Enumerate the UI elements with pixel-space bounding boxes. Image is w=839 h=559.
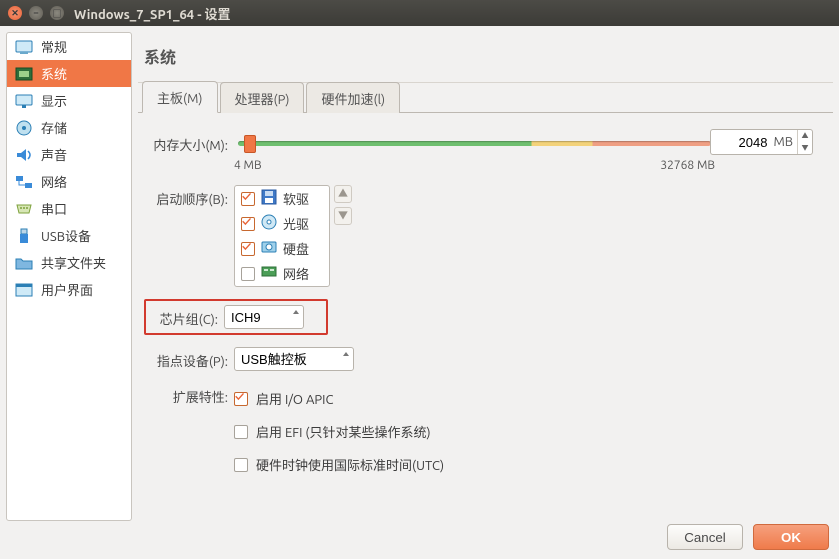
boot-item-label: 光驱 (283, 214, 309, 233)
memory-min-label: 4 MB (234, 159, 262, 172)
sidebar-item-label: 声音 (41, 145, 67, 164)
display-icon (15, 93, 33, 109)
window-title: Windows_7_SP1_64 - 设置 (74, 4, 231, 23)
boot-item-harddisk[interactable]: 硬盘 (235, 236, 329, 261)
boot-optical-checkbox[interactable] (241, 217, 255, 231)
tab-processor[interactable]: 处理器(P) (220, 82, 305, 113)
boot-network-checkbox[interactable] (241, 267, 255, 281)
sidebar-item-label: 串口 (41, 199, 67, 218)
boot-item-label: 硬盘 (283, 239, 309, 258)
tabs: 主板(M) 处理器(P) 硬件加速(l) (138, 83, 833, 113)
sidebar-item-label: 共享文件夹 (41, 253, 106, 272)
interface-icon (15, 282, 33, 298)
network-boot-icon (261, 264, 277, 283)
cancel-button[interactable]: Cancel (667, 524, 743, 550)
settings-main: 系统 主板(M) 处理器(P) 硬件加速(l) 内存大小(M): 4 MB 32… (138, 32, 833, 521)
efi-checkbox[interactable] (234, 425, 248, 439)
chipset-select[interactable]: ICH9 (224, 305, 304, 329)
boot-move-down-button[interactable]: ▼ (334, 207, 352, 225)
sidebar-item-system[interactable]: 系统 (7, 60, 131, 87)
sidebar-item-interface[interactable]: 用户界面 (7, 276, 131, 303)
window-maximize-icon[interactable]: □ (50, 6, 64, 20)
utc-label: 硬件时钟使用国际标准时间(UTC) (256, 455, 444, 474)
boot-floppy-checkbox[interactable] (241, 192, 255, 206)
memory-spinbox[interactable]: MB ▲ ▼ (710, 129, 813, 155)
pointing-label: 指点设备(P): (148, 347, 234, 370)
audio-icon (15, 147, 33, 163)
memory-unit: MB (771, 135, 797, 149)
ok-button[interactable]: OK (753, 524, 829, 550)
page-title: 系统 (138, 32, 833, 82)
ioapic-label: 启用 I/O APIC (256, 389, 333, 408)
memory-slider-thumb[interactable] (244, 135, 256, 153)
utc-checkbox[interactable] (234, 458, 248, 472)
titlebar: ✕ – □ Windows_7_SP1_64 - 设置 (0, 0, 839, 26)
sidebar-item-shared-folders[interactable]: 共享文件夹 (7, 249, 131, 276)
chipset-label: 芯片组(C): (152, 307, 224, 328)
pointing-select[interactable]: USB触控板 (234, 347, 354, 371)
boot-order-list[interactable]: 软驱 光驱 硬盘 (234, 185, 330, 287)
sidebar-item-label: 系统 (41, 64, 67, 83)
sidebar-item-label: 常规 (41, 37, 67, 56)
boot-item-label: 网络 (283, 264, 309, 283)
boot-order-label: 启动顺序(B): (148, 185, 234, 208)
sidebar-item-network[interactable]: 网络 (7, 168, 131, 195)
memory-label: 内存大小(M): (148, 131, 234, 154)
sidebar-item-label: 用户界面 (41, 280, 93, 299)
sidebar-item-storage[interactable]: 存储 (7, 114, 131, 141)
boot-harddisk-checkbox[interactable] (241, 242, 255, 256)
tab-body-motherboard: 内存大小(M): 4 MB 32768 MB MB (138, 113, 833, 502)
boot-item-network[interactable]: 网络 (235, 261, 329, 286)
network-icon (15, 174, 33, 190)
chipset-highlight: 芯片组(C): ICH9 (144, 299, 328, 335)
window-close-icon[interactable]: ✕ (8, 6, 22, 20)
sidebar-item-label: 存储 (41, 118, 67, 137)
memory-input[interactable] (711, 133, 771, 152)
storage-icon (15, 120, 33, 136)
boot-item-floppy[interactable]: 软驱 (235, 186, 329, 211)
usb-icon (15, 228, 33, 244)
tab-acceleration[interactable]: 硬件加速(l) (306, 82, 400, 113)
serial-icon (15, 201, 33, 217)
sidebar-item-label: 显示 (41, 91, 67, 110)
dialog-footer: Cancel OK (0, 521, 839, 553)
extended-label: 扩展特性: (148, 383, 234, 406)
sidebar-item-label: 网络 (41, 172, 67, 191)
general-icon (15, 39, 33, 55)
sidebar-item-audio[interactable]: 声音 (7, 141, 131, 168)
sidebar-item-usb[interactable]: USB设备 (7, 222, 131, 249)
memory-step-up-icon[interactable]: ▲ (798, 130, 812, 142)
sidebar-item-serial[interactable]: 串口 (7, 195, 131, 222)
floppy-icon (261, 189, 277, 208)
memory-step-down-icon[interactable]: ▼ (798, 142, 812, 154)
harddisk-icon (261, 239, 277, 258)
sidebar-item-label: USB设备 (41, 226, 91, 245)
efi-label: 启用 EFI (只针对某些操作系统) (256, 422, 431, 441)
tab-motherboard[interactable]: 主板(M) (142, 81, 218, 113)
window-minimize-icon[interactable]: – (29, 6, 43, 20)
memory-slider[interactable]: 4 MB 32768 MB (234, 135, 715, 173)
ioapic-checkbox[interactable] (234, 392, 248, 406)
boot-move-up-button[interactable]: ▲ (334, 185, 352, 203)
sidebar-item-display[interactable]: 显示 (7, 87, 131, 114)
optical-icon (261, 214, 277, 233)
system-icon (15, 66, 33, 82)
settings-sidebar: 常规 系统 显示 存储 声音 网络 串口 USB设备 (6, 32, 132, 521)
shared-folder-icon (15, 255, 33, 271)
sidebar-item-general[interactable]: 常规 (7, 33, 131, 60)
memory-max-label: 32768 MB (660, 159, 715, 172)
boot-item-optical[interactable]: 光驱 (235, 211, 329, 236)
boot-item-label: 软驱 (283, 189, 309, 208)
